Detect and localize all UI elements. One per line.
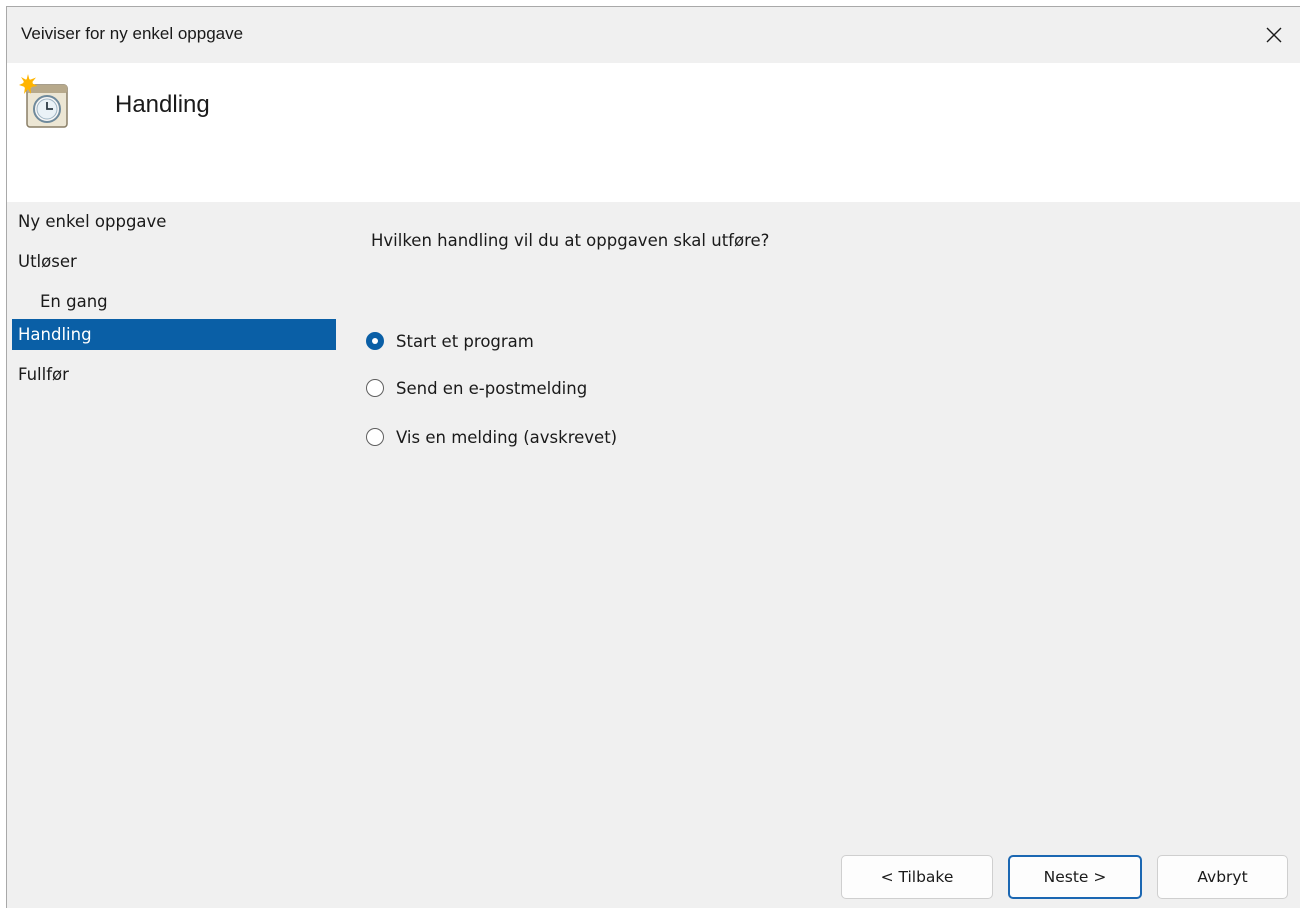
radio-show-message[interactable]: Vis en melding (avskrevet) bbox=[366, 424, 617, 450]
radio-button[interactable] bbox=[366, 428, 384, 446]
wizard-header: Handling bbox=[7, 63, 1300, 202]
radio-label-send-email: Send en e-postmelding bbox=[396, 378, 588, 398]
radio-start-program[interactable]: Start et program bbox=[366, 328, 534, 354]
radio-button[interactable] bbox=[366, 379, 384, 397]
step-en-gang: En gang bbox=[40, 292, 108, 311]
radio-button-checked[interactable] bbox=[366, 332, 384, 350]
radio-send-email[interactable]: Send en e-postmelding bbox=[366, 375, 587, 401]
wizard-window: Veiviser for ny enkel oppgave Handling N… bbox=[6, 6, 1300, 908]
page-title: Handling bbox=[115, 91, 210, 118]
title-bar: Veiviser for ny enkel oppgave bbox=[7, 7, 1300, 63]
cancel-button[interactable]: Avbryt bbox=[1157, 855, 1288, 899]
task-scheduler-clock-icon bbox=[19, 74, 68, 128]
step-handling: Handling bbox=[12, 319, 336, 350]
close-icon bbox=[1266, 27, 1282, 43]
radio-label-show-message: Vis en melding (avskrevet) bbox=[396, 427, 618, 447]
window-title: Veiviser for ny enkel oppgave bbox=[21, 24, 244, 43]
radio-label-start-program: Start et program bbox=[396, 331, 534, 351]
back-button[interactable]: < Tilbake bbox=[841, 855, 993, 899]
step-utloser: Utløser bbox=[18, 252, 77, 271]
step-ny-enkel-oppgave: Ny enkel oppgave bbox=[18, 212, 167, 231]
question-label: Hvilken handling vil du at oppgaven skal… bbox=[371, 231, 770, 250]
close-button[interactable] bbox=[1248, 7, 1300, 63]
next-button[interactable]: Neste > bbox=[1008, 855, 1142, 899]
step-fullfor: Fullfør bbox=[18, 365, 69, 384]
